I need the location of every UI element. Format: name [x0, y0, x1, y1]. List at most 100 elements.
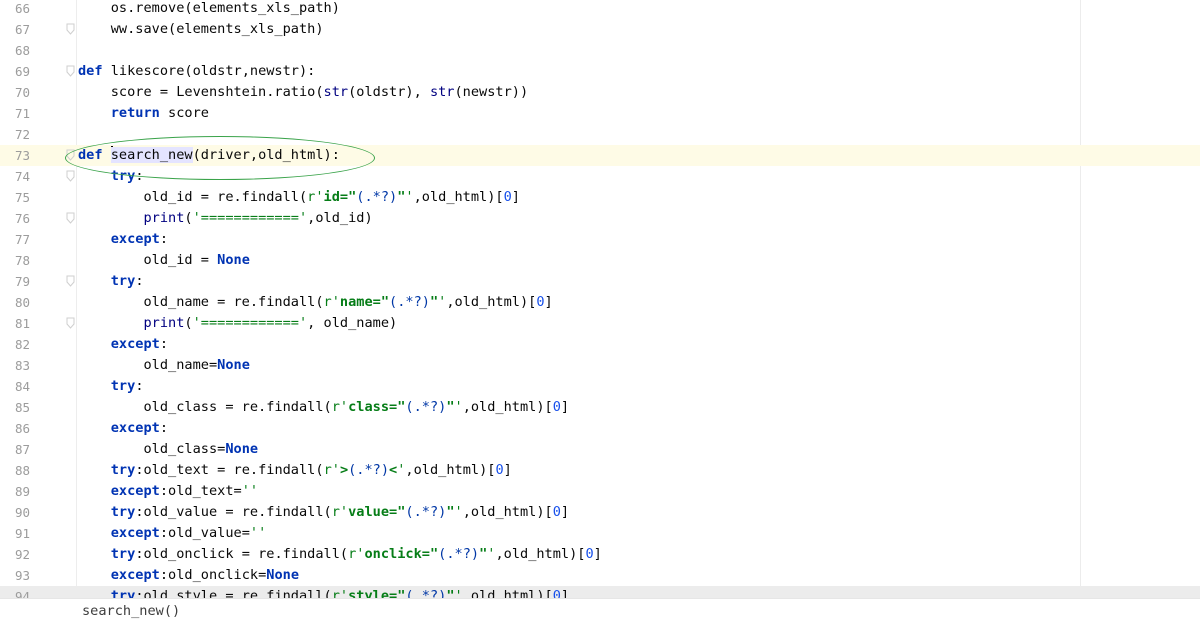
- line-number[interactable]: 94: [0, 586, 30, 598]
- code-line[interactable]: 76 print('============',old_id): [0, 208, 1200, 229]
- line-number[interactable]: 75: [0, 187, 30, 208]
- fold-marker-icon[interactable]: [66, 212, 75, 224]
- code-token: r': [331, 399, 349, 415]
- code-line[interactable]: 91 except:old_value='': [0, 523, 1200, 544]
- code-text[interactable]: ww.save(elements_xls_path): [78, 19, 324, 40]
- code-text[interactable]: old_class = re.findall(r'class="(.*?)"',…: [78, 397, 569, 418]
- code-line[interactable]: 77 except:: [0, 229, 1200, 250]
- code-line[interactable]: 80 old_name = re.findall(r'name="(.*?)"'…: [0, 292, 1200, 313]
- line-number[interactable]: 79: [0, 271, 30, 292]
- line-number[interactable]: 93: [0, 565, 30, 586]
- code-text[interactable]: print('============',old_id): [78, 208, 372, 229]
- line-number[interactable]: 82: [0, 334, 30, 355]
- line-number[interactable]: 77: [0, 229, 30, 250]
- line-number[interactable]: 88: [0, 460, 30, 481]
- code-text[interactable]: old_id = re.findall(r'id="(.*?)"',old_ht…: [78, 187, 520, 208]
- code-text[interactable]: except:: [78, 229, 168, 250]
- line-number[interactable]: 70: [0, 82, 30, 103]
- line-number[interactable]: 78: [0, 250, 30, 271]
- code-line[interactable]: 83 old_name=None: [0, 355, 1200, 376]
- code-line[interactable]: 88 try:old_text = re.findall(r'>(.*?)<',…: [0, 460, 1200, 481]
- code-line[interactable]: 84 try:: [0, 376, 1200, 397]
- code-text[interactable]: print('============', old_name): [78, 313, 397, 334]
- fold-marker-icon[interactable]: [66, 65, 75, 77]
- fold-marker-icon[interactable]: [66, 275, 75, 287]
- code-token: ': [454, 504, 463, 520]
- code-token: (.*?): [405, 504, 447, 520]
- code-text[interactable]: old_name = re.findall(r'name="(.*?)"',ol…: [78, 292, 552, 313]
- code-text[interactable]: def search_new(driver,old_html):: [78, 145, 340, 166]
- code-text[interactable]: old_id = None: [78, 250, 249, 271]
- line-number[interactable]: 81: [0, 313, 30, 334]
- code-text[interactable]: old_name=None: [78, 355, 249, 376]
- code-line[interactable]: 85 old_class = re.findall(r'class="(.*?)…: [0, 397, 1200, 418]
- code-text[interactable]: except:old_onclick=None: [78, 565, 299, 586]
- line-number[interactable]: 72: [0, 124, 30, 145]
- code-line[interactable]: 67 ww.save(elements_xls_path): [0, 19, 1200, 40]
- line-number[interactable]: 83: [0, 355, 30, 376]
- code-text[interactable]: except:old_text='': [78, 481, 258, 502]
- line-number[interactable]: 91: [0, 523, 30, 544]
- code-line[interactable]: 78 old_id = None: [0, 250, 1200, 271]
- code-line[interactable]: 68: [0, 40, 1200, 61]
- line-number[interactable]: 67: [0, 19, 30, 40]
- code-line[interactable]: 70 score = Levenshtein.ratio(str(oldstr)…: [0, 82, 1200, 103]
- code-line[interactable]: 86 except:: [0, 418, 1200, 439]
- code-line[interactable]: 92 try:old_onclick = re.findall(r'onclic…: [0, 544, 1200, 565]
- line-number[interactable]: 68: [0, 40, 30, 61]
- code-text[interactable]: except:old_value='': [78, 523, 267, 544]
- line-number[interactable]: 92: [0, 544, 30, 565]
- code-line[interactable]: 71 return score: [0, 103, 1200, 124]
- code-text[interactable]: try:old_style = re.findall(r'style="(.*?…: [78, 586, 569, 598]
- line-number[interactable]: 69: [0, 61, 30, 82]
- code-text[interactable]: except:: [78, 334, 168, 355]
- code-line[interactable]: 72: [0, 124, 1200, 145]
- code-text[interactable]: try:old_value = re.findall(r'value="(.*?…: [78, 502, 569, 523]
- code-line[interactable]: 94 try:old_style = re.findall(r'style="(…: [0, 586, 1200, 598]
- code-text[interactable]: except:: [78, 418, 168, 439]
- code-line[interactable]: 87 old_class=None: [0, 439, 1200, 460]
- code-text[interactable]: score = Levenshtein.ratio(str(oldstr), s…: [78, 82, 528, 103]
- line-number[interactable]: 86: [0, 418, 30, 439]
- fold-marker-icon[interactable]: [66, 170, 75, 182]
- fold-marker-icon[interactable]: [66, 317, 75, 329]
- code-token: 0: [536, 294, 545, 310]
- code-text[interactable]: try:: [78, 271, 144, 292]
- code-line[interactable]: 69 def likescore(oldstr,newstr):: [0, 61, 1200, 82]
- code-text[interactable]: try:old_onclick = re.findall(r'onclick="…: [78, 544, 602, 565]
- line-number[interactable]: 87: [0, 439, 30, 460]
- code-line[interactable]: 74 try:: [0, 166, 1200, 187]
- code-text[interactable]: try:: [78, 166, 144, 187]
- fold-marker-icon[interactable]: [66, 149, 75, 161]
- code-editor[interactable]: 66 os.remove(elements_xls_path) 67 ww.sav…: [0, 0, 1200, 598]
- code-token: ,old_html)[: [446, 294, 537, 310]
- line-number[interactable]: 89: [0, 481, 30, 502]
- line-number[interactable]: 80: [0, 292, 30, 313]
- line-number[interactable]: 76: [0, 208, 30, 229]
- code-text[interactable]: try:: [78, 376, 144, 397]
- fold-marker-icon[interactable]: [66, 23, 75, 35]
- code-text[interactable]: try:old_text = re.findall(r'>(.*?)<',old…: [78, 460, 512, 481]
- code-line[interactable]: 79 try:: [0, 271, 1200, 292]
- line-number[interactable]: 66: [0, 0, 30, 19]
- code-text[interactable]: old_class=None: [78, 439, 258, 460]
- line-number[interactable]: 85: [0, 397, 30, 418]
- code-line[interactable]: 93 except:old_onclick=None: [0, 565, 1200, 586]
- line-number[interactable]: 74: [0, 166, 30, 187]
- line-number[interactable]: 84: [0, 376, 30, 397]
- code-token: :: [135, 378, 144, 394]
- code-line[interactable]: 82 except:: [0, 334, 1200, 355]
- code-line[interactable]: 81 print('============', old_name): [0, 313, 1200, 334]
- code-text[interactable]: return score: [78, 103, 209, 124]
- code-line[interactable]: 73 def search_new(driver,old_html):: [0, 145, 1200, 166]
- line-number[interactable]: 71: [0, 103, 30, 124]
- code-line[interactable]: 66 os.remove(elements_xls_path): [0, 0, 1200, 19]
- line-number[interactable]: 90: [0, 502, 30, 523]
- breadcrumb-function[interactable]: search_new(): [82, 603, 180, 619]
- code-line[interactable]: 90 try:old_value = re.findall(r'value="(…: [0, 502, 1200, 523]
- code-text[interactable]: os.remove(elements_xls_path): [78, 0, 340, 19]
- code-line[interactable]: 89 except:old_text='': [0, 481, 1200, 502]
- line-number[interactable]: 73: [0, 145, 30, 166]
- code-line[interactable]: 75 old_id = re.findall(r'id="(.*?)"',old…: [0, 187, 1200, 208]
- code-text[interactable]: def likescore(oldstr,newstr):: [78, 61, 315, 82]
